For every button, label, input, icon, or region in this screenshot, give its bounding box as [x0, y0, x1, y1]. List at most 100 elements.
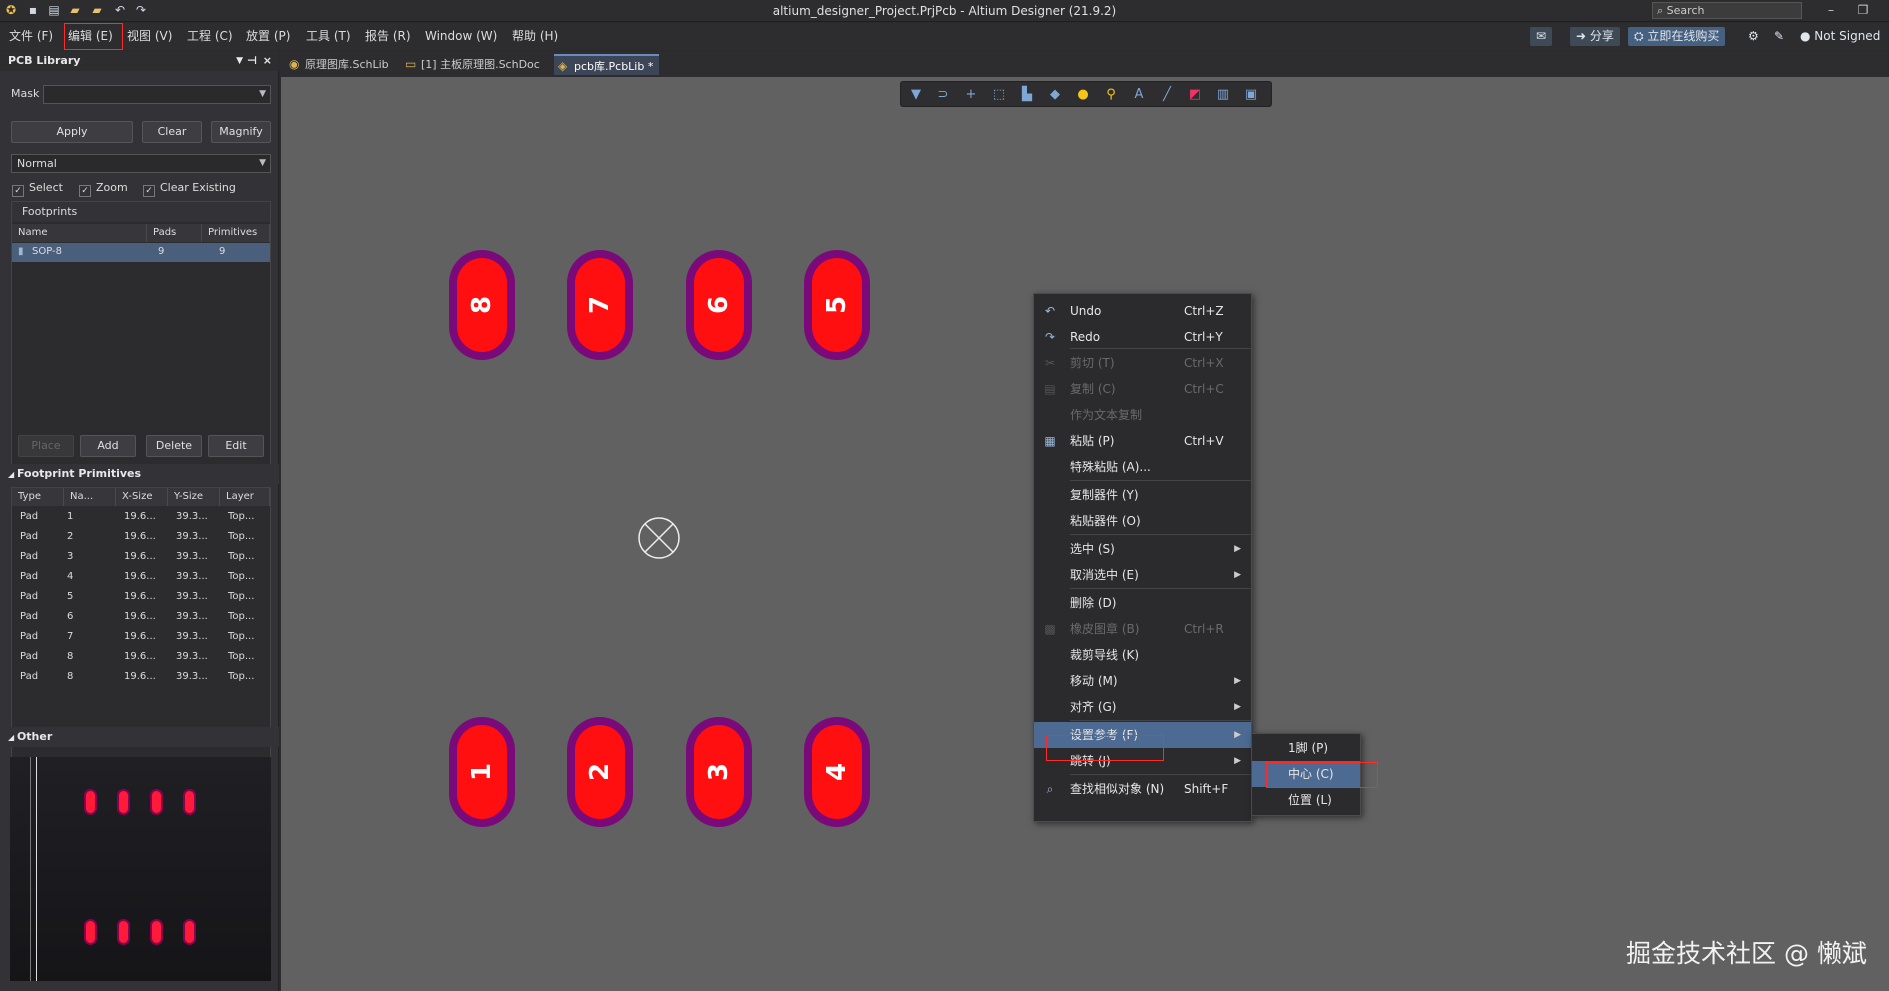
menu-file[interactable]: 文件 (F) [9, 28, 53, 44]
clear-button[interactable]: Clear [142, 121, 202, 143]
pad-2[interactable]: 2 [567, 717, 633, 827]
search-input[interactable]: ⌕ Search [1652, 2, 1802, 19]
context-menu-item[interactable]: ✂ 剪切 (T) Ctrl+X [1034, 350, 1251, 376]
select-rect-icon[interactable]: ⬚ [989, 85, 1009, 105]
pad-icon[interactable]: ● [1073, 85, 1093, 105]
context-menu-item[interactable]: 裁剪导线 (K) [1034, 642, 1251, 668]
tab-pcblib[interactable]: ◈ pcb库.PcbLib * [554, 54, 660, 75]
context-menu-item[interactable]: ▩ 橡皮图章 (B) Ctrl+R [1034, 616, 1251, 642]
context-menu-item[interactable]: 移动 (M) ▶ [1034, 668, 1251, 694]
apply-button[interactable]: Apply [11, 121, 133, 143]
filter-mode-select[interactable]: Normal ▼ [11, 154, 271, 173]
context-menu-item[interactable]: 粘贴器件 (O) [1034, 508, 1251, 534]
submenu-item[interactable]: 位置 (L) [1252, 787, 1360, 813]
pad-7[interactable]: 7 [567, 250, 633, 360]
column-y-size[interactable]: Y-Size [168, 488, 220, 506]
table-row[interactable]: Pad 8 19.6... 39.3... Top... [12, 647, 270, 667]
add-button[interactable]: Add [80, 435, 136, 457]
delete-button[interactable]: Delete [146, 435, 202, 457]
pad-4[interactable]: 4 [804, 717, 870, 827]
menu-place[interactable]: 放置 (P) [246, 28, 290, 44]
context-menu-item[interactable]: ▤ 复制 (C) Ctrl+C [1034, 376, 1251, 402]
table-row[interactable]: Pad 4 19.6... 39.3... Top... [12, 567, 270, 587]
column-type[interactable]: Type [12, 488, 64, 506]
line-icon[interactable]: ╱ [1157, 85, 1177, 105]
pad-3[interactable]: 3 [686, 717, 752, 827]
align-icon[interactable]: ▙ [1017, 85, 1037, 105]
magnify-button[interactable]: Magnify [211, 121, 271, 143]
context-menu-item[interactable]: 特殊粘贴 (A)... [1034, 454, 1251, 480]
crosshair-icon[interactable]: + [961, 85, 981, 105]
settings-gear-icon[interactable]: ⚙ [1742, 27, 1765, 46]
other-title: Other [16, 730, 53, 743]
pad-1[interactable]: 1 [449, 717, 515, 827]
context-menu-item[interactable]: ↶ Undo Ctrl+Z [1034, 298, 1251, 324]
minimize-button[interactable]: – [1818, 2, 1844, 19]
primitive-layer: Top... [228, 611, 255, 622]
pad-5[interactable]: 5 [804, 250, 870, 360]
filter-icon[interactable]: ▼ [906, 85, 926, 105]
close-icon[interactable]: × [263, 51, 272, 71]
zoom-checkbox[interactable]: ✓ Zoom [79, 181, 128, 197]
pin-icon[interactable]: ⊣ [247, 51, 257, 71]
column-pads[interactable]: Pads [147, 224, 202, 242]
route-icon[interactable]: ⊃ [933, 85, 953, 105]
context-menu-item[interactable]: 作为文本复制 [1034, 402, 1251, 428]
maximize-button[interactable]: ❐ [1850, 2, 1876, 19]
table-row[interactable]: Pad 6 19.6... 39.3... Top... [12, 607, 270, 627]
context-menu-item[interactable]: 选中 (S) ▶ [1034, 536, 1251, 562]
component-icon[interactable]: ▣ [1241, 85, 1261, 105]
menu-view[interactable]: 视图 (V) [127, 28, 172, 44]
menu-item-label: 删除 (D) [1070, 596, 1117, 610]
place-button[interactable]: Place [18, 435, 74, 457]
layer-icon[interactable]: ◆ [1045, 85, 1065, 105]
column-layer[interactable]: Layer [220, 488, 270, 506]
other-header[interactable]: ◢ Other [0, 727, 279, 747]
context-menu-item[interactable]: 复制器件 (Y) [1034, 482, 1251, 508]
context-menu-item[interactable]: ▦ 粘贴 (P) Ctrl+V [1034, 428, 1251, 454]
feedback-icon[interactable]: ✉ [1530, 27, 1553, 46]
menu-window[interactable]: Window (W) [425, 28, 497, 44]
table-row[interactable]: Pad 3 19.6... 39.3... Top... [12, 547, 270, 567]
share-button[interactable]: ➜ 分享 [1570, 27, 1620, 46]
menu-reports[interactable]: 报告 (R) [365, 28, 411, 44]
table-row[interactable]: Pad 2 19.6... 39.3... Top... [12, 527, 270, 547]
select-checkbox[interactable]: ✓ Select [12, 181, 63, 197]
table-row[interactable]: Pad 5 19.6... 39.3... Top... [12, 587, 270, 607]
mask-input[interactable]: ▼ [43, 85, 271, 104]
clear-existing-checkbox[interactable]: ✓ Clear Existing [143, 181, 236, 197]
table-row[interactable]: Pad 7 19.6... 39.3... Top... [12, 627, 270, 647]
menu-tools[interactable]: 工具 (T) [306, 28, 351, 44]
edit-button[interactable]: Edit [208, 435, 264, 457]
context-menu-item[interactable]: ↷ Redo Ctrl+Y [1034, 324, 1251, 350]
context-menu-item[interactable]: 对齐 (G) ▶ [1034, 694, 1251, 720]
table-row[interactable]: Pad 8 19.6... 39.3... Top... [12, 667, 270, 687]
table-row[interactable]: Pad 1 19.6... 39.3... Top... [12, 507, 270, 527]
context-menu-item[interactable]: 取消选中 (E) ▶ [1034, 562, 1251, 588]
table-row[interactable]: ▮ SOP-8 9 9 [12, 243, 270, 262]
menu-help[interactable]: 帮助 (H) [512, 28, 558, 44]
notifications-icon[interactable]: ✎ [1768, 27, 1790, 46]
tab-schlib[interactable]: ◉ 原理图库.SchLib [285, 54, 395, 75]
text-icon[interactable]: A [1129, 85, 1149, 105]
tab-schdoc[interactable]: ▭ [1] 主板原理图.SchDoc [401, 54, 546, 75]
menu-project[interactable]: 工程 (C) [187, 28, 233, 44]
via-icon[interactable]: ⚲ [1101, 85, 1121, 105]
user-account-button[interactable]: ● Not Signed [1794, 27, 1886, 46]
column-primitives[interactable]: Primitives [202, 224, 270, 242]
primitives-header[interactable]: ◢ Footprint Primitives [0, 464, 279, 484]
column-na[interactable]: Na... [64, 488, 116, 506]
buy-online-button[interactable]: ⛭ 立即在线购买 [1628, 27, 1726, 46]
cut-icon: ✂ [1044, 356, 1056, 370]
context-menu-item[interactable]: ⌕ 查找相似对象 (N) Shift+F [1034, 776, 1251, 802]
column-name[interactable]: Name [12, 224, 147, 242]
column-x-size[interactable]: X-Size [116, 488, 168, 506]
pad-6[interactable]: 6 [686, 250, 752, 360]
chart-icon[interactable]: ▥ [1213, 85, 1233, 105]
primitive-y: 39.3... [176, 531, 208, 542]
pad-8[interactable]: 8 [449, 250, 515, 360]
panel-menu-chevron-icon[interactable]: ▼ [236, 51, 243, 71]
region-icon[interactable]: ◩ [1185, 85, 1205, 105]
submenu-item[interactable]: 1脚 (P) [1252, 735, 1360, 761]
context-menu-item[interactable]: 删除 (D) [1034, 590, 1251, 616]
